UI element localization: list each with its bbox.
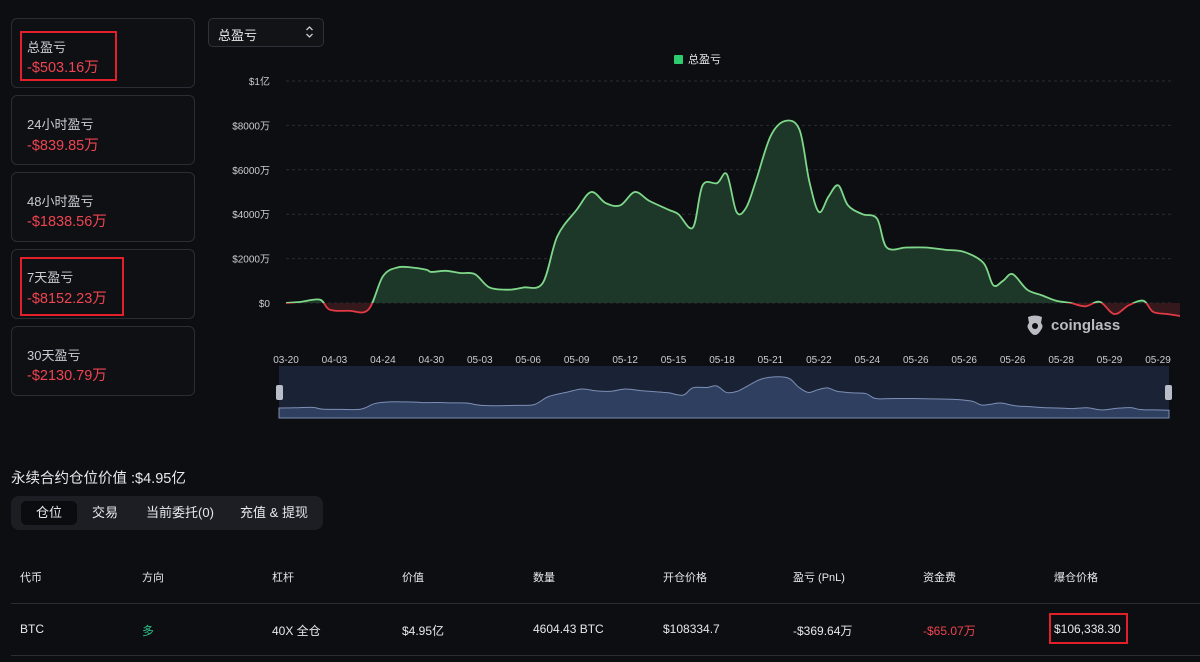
tab-deposit-withdraw[interactable]: 充值 & 提现 — [231, 501, 317, 525]
card-label: 24小时盈亏 — [27, 117, 94, 132]
card-value: -$839.85万 — [27, 138, 99, 154]
x-tick-label: 05-29 — [1097, 355, 1123, 366]
navigator-right-handle[interactable] — [1165, 385, 1172, 400]
position-value-title: 永续合约仓位价值 :$4.95亿 — [11, 471, 186, 487]
th-liq-price: 爆仓价格 — [1054, 572, 1098, 584]
x-tick-label: 05-28 — [1048, 355, 1074, 366]
x-tick-label: 03-20 — [273, 355, 299, 366]
th-value: 价值 — [402, 572, 424, 584]
highlight-box — [20, 257, 124, 316]
navigator-left-handle[interactable] — [276, 385, 283, 400]
th-quantity: 数量 — [533, 572, 555, 584]
x-tick-label: 05-26 — [951, 355, 977, 366]
chevron-updown-icon — [306, 26, 313, 38]
cell-value: $4.95亿 — [402, 624, 445, 638]
coinglass-logo: coinglass — [1024, 314, 1120, 336]
x-tick-label: 05-15 — [661, 355, 687, 366]
tab-trades[interactable]: 交易 — [81, 501, 129, 525]
cell-token: BTC — [20, 622, 44, 636]
card-value: -$1838.56万 — [27, 214, 107, 230]
cell-quantity: 4604.43 BTC — [533, 622, 604, 636]
y-axis-labels: $1亿 $8000万 $6000万 $4000万 $2000万 $0 — [232, 75, 270, 310]
positions-table-header: 代币 方向 杠杆 价值 数量 开仓价格 盈亏 (PnL) 资金费 爆仓价格 — [11, 562, 1200, 604]
cell-pnl: -$369.64万 — [793, 624, 853, 638]
cell-leverage: 40X 全仓 — [272, 624, 321, 638]
logo-text: coinglass — [1051, 316, 1121, 334]
cell-entry-price: $108334.7 — [663, 622, 720, 636]
x-axis-labels: 03-20 04-03 04-24 04-30 05-03 05-06 05-09 05-12… — [273, 355, 1171, 366]
th-pnl: 盈亏 (PnL) — [793, 572, 845, 584]
x-tick-label: 05-12 — [612, 355, 638, 366]
th-token: 代币 — [20, 572, 42, 584]
th-side: 方向 — [142, 572, 164, 584]
pnl-48h-card[interactable]: 48小时盈亏 -$1838.56万 — [11, 172, 195, 242]
cell-side: 多 — [142, 624, 155, 638]
y-tick-label: $0 — [259, 299, 271, 310]
pnl-area-chart: $1亿 $8000万 $6000万 $4000万 $2000万 $0 03-20 04-03… — [232, 75, 1180, 419]
y-tick-label: $1亿 — [249, 75, 270, 88]
coinglass-logo-icon — [1027, 315, 1043, 335]
x-tick-label: 05-09 — [564, 355, 590, 366]
pnl-30d-card[interactable]: 30天盈亏 -$2130.79万 — [11, 326, 195, 396]
card-label: 48小时盈亏 — [27, 194, 94, 209]
x-tick-label: 04-03 — [322, 355, 348, 366]
cell-funding: -$65.07万 — [923, 624, 976, 638]
x-tick-label: 05-21 — [758, 355, 784, 366]
highlight-box — [1049, 613, 1128, 644]
position-tabs: 仓位 交易 当前委托(0) 充值 & 提现 — [11, 496, 323, 530]
y-tick-label: $4000万 — [232, 210, 270, 221]
tab-positions[interactable]: 仓位 — [21, 501, 77, 525]
th-funding: 资金费 — [923, 572, 956, 584]
pnl-24h-card[interactable]: 24小时盈亏 -$839.85万 — [11, 95, 195, 165]
select-value: 总盈亏 — [218, 28, 258, 43]
x-tick-label: 05-18 — [709, 355, 735, 366]
y-tick-label: $2000万 — [232, 255, 270, 266]
x-tick-label: 04-24 — [370, 355, 396, 366]
highlight-box — [20, 31, 117, 81]
x-tick-label: 05-06 — [515, 355, 541, 366]
th-entry-price: 开仓价格 — [663, 572, 707, 584]
x-tick-label: 04-30 — [419, 355, 445, 366]
card-label: 30天盈亏 — [27, 348, 81, 363]
card-value: -$2130.79万 — [27, 368, 107, 384]
x-tick-label: 05-24 — [855, 355, 881, 366]
area-fill-positive — [286, 120, 1180, 303]
x-tick-label: 05-26 — [903, 355, 929, 366]
tab-open-orders[interactable]: 当前委托(0) — [135, 501, 225, 525]
x-tick-label: 05-29 — [1145, 355, 1171, 366]
x-tick-label: 05-26 — [1000, 355, 1026, 366]
x-tick-label: 05-22 — [806, 355, 832, 366]
x-tick-label: 05-03 — [467, 355, 493, 366]
pnl-type-select[interactable]: 总盈亏 — [208, 18, 324, 47]
y-tick-label: $6000万 — [232, 166, 270, 177]
th-leverage: 杠杆 — [272, 572, 294, 584]
table-row[interactable]: BTC 多 40X 全仓 $4.95亿 4604.43 BTC $108334.… — [11, 604, 1200, 656]
y-tick-label: $8000万 — [232, 121, 270, 132]
